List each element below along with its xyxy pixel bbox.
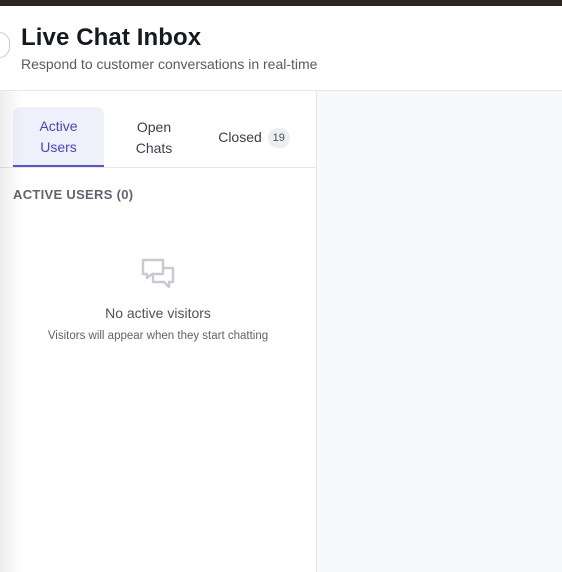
tab-closed-label: Closed: [218, 129, 262, 145]
tab-active-users[interactable]: Active Users: [13, 107, 104, 167]
tab-open-chats-label-line1: Open: [136, 119, 172, 135]
tab-open-chats-label-line2: Chats: [135, 140, 173, 156]
empty-state: No active visitors Visitors will appear …: [0, 256, 316, 342]
conversation-sidebar: Active Users Open Chats Closed 19 ACTIVE…: [0, 91, 317, 572]
back-button[interactable]: [0, 32, 10, 58]
tab-open-chats[interactable]: Open Chats: [112, 107, 196, 167]
tab-active-users-label-line2: Users: [40, 139, 77, 155]
empty-state-title: No active visitors: [105, 305, 211, 321]
active-users-section-label: ACTIVE USERS (0): [13, 187, 134, 202]
closed-count-badge: 19: [267, 128, 290, 148]
inbox-tabs: Active Users Open Chats Closed 19: [0, 91, 316, 168]
tab-active-users-label-line1: Active: [39, 118, 78, 134]
chat-bubbles-icon: [141, 258, 175, 289]
empty-state-description: Visitors will appear when they start cha…: [47, 330, 269, 342]
page-title: Live Chat Inbox: [21, 24, 202, 51]
page-header: Live Chat Inbox Respond to customer conv…: [0, 6, 562, 91]
page-subtitle: Respond to customer conversations in rea…: [21, 56, 318, 72]
conversation-panel: [317, 91, 562, 572]
tab-closed[interactable]: Closed 19: [206, 107, 302, 167]
